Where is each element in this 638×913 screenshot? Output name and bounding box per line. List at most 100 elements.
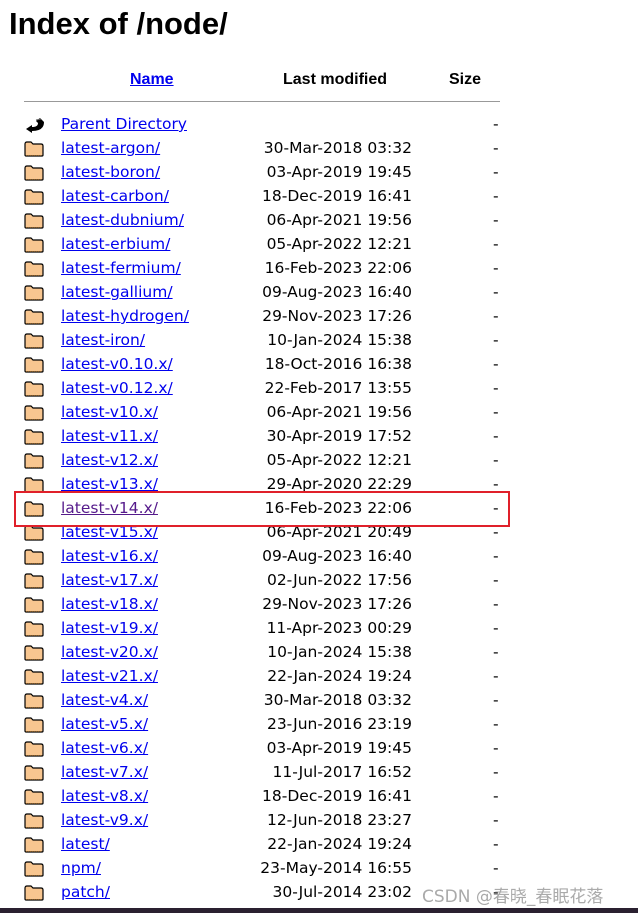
- folder-icon: [24, 885, 44, 901]
- size: -: [493, 667, 499, 685]
- table-row: latest-v18.x/ 29-Nov-2023 17:26 -: [0, 593, 520, 617]
- folder-icon: [24, 621, 44, 637]
- table-row: latest/ 22-Jan-2024 19:24 -: [0, 833, 520, 857]
- table-row: latest-v8.x/ 18-Dec-2019 16:41 -: [0, 785, 520, 809]
- last-modified: 11-Jul-2017 16:52: [272, 763, 412, 781]
- folder-icon: [24, 549, 44, 565]
- table-row: Parent Directory -: [0, 113, 520, 137]
- size: -: [493, 451, 499, 469]
- entry-link[interactable]: npm/: [61, 859, 101, 877]
- size: -: [493, 763, 499, 781]
- table-row: latest-carbon/ 18-Dec-2019 16:41 -: [0, 185, 520, 209]
- entry-link[interactable]: latest-hydrogen/: [61, 307, 189, 325]
- folder-icon: [24, 597, 44, 613]
- last-modified: 22-Feb-2017 13:55: [264, 379, 412, 397]
- entry-link[interactable]: latest-v5.x/: [61, 715, 148, 733]
- folder-icon: [24, 213, 44, 229]
- table-row: latest-v17.x/ 02-Jun-2022 17:56 -: [0, 569, 520, 593]
- folder-icon: [24, 429, 44, 445]
- last-modified-column-header: Last modified: [283, 71, 388, 88]
- entry-link[interactable]: latest-v18.x/: [61, 595, 158, 613]
- entry-link[interactable]: latest-v16.x/: [61, 547, 158, 565]
- size: -: [493, 283, 499, 301]
- size: -: [493, 403, 499, 421]
- folder-icon: [24, 165, 44, 181]
- table-row: npm/ 23-May-2014 16:55 -: [0, 857, 520, 881]
- last-modified: 03-Apr-2019 19:45: [266, 739, 412, 757]
- back-icon: [24, 117, 44, 133]
- table-row: latest-v4.x/ 30-Mar-2018 03:32 -: [0, 689, 520, 713]
- last-modified: 03-Apr-2019 19:45: [266, 163, 412, 181]
- folder-icon: [24, 765, 44, 781]
- entry-link[interactable]: latest-v12.x/: [61, 451, 158, 469]
- size: -: [493, 787, 499, 805]
- table-row: latest-gallium/ 09-Aug-2023 16:40 -: [0, 281, 520, 305]
- entry-link[interactable]: Parent Directory: [61, 115, 187, 133]
- last-modified: 05-Apr-2022 12:21: [266, 451, 412, 469]
- table-row: latest-v20.x/ 10-Jan-2024 15:38 -: [0, 641, 520, 665]
- table-row: latest-v0.12.x/ 22-Feb-2017 13:55 -: [0, 377, 520, 401]
- entry-link[interactable]: latest-v8.x/: [61, 787, 148, 805]
- last-modified: 16-Feb-2023 22:06: [264, 259, 412, 277]
- size: -: [493, 595, 499, 613]
- name-column-header[interactable]: Name: [130, 71, 174, 89]
- entry-link[interactable]: patch/: [61, 883, 110, 901]
- entry-link[interactable]: latest-v19.x/: [61, 619, 158, 637]
- last-modified: 30-Mar-2018 03:32: [263, 139, 412, 157]
- folder-icon: [24, 453, 44, 469]
- last-modified: 22-Jan-2024 19:24: [267, 835, 412, 853]
- last-modified: 09-Aug-2023 16:40: [262, 547, 412, 565]
- table-row: latest-v0.10.x/ 18-Oct-2016 16:38 -: [0, 353, 520, 377]
- entry-link[interactable]: latest-v4.x/: [61, 691, 148, 709]
- table-row: latest-v10.x/ 06-Apr-2021 19:56 -: [0, 401, 520, 425]
- table-row: latest-v5.x/ 23-Jun-2016 23:19 -: [0, 713, 520, 737]
- last-modified: 29-Nov-2023 17:26: [262, 595, 412, 613]
- last-modified: 10-Jan-2024 15:38: [267, 643, 412, 661]
- entry-link[interactable]: latest-carbon/: [61, 187, 169, 205]
- entry-link[interactable]: latest-gallium/: [61, 283, 173, 301]
- entry-link[interactable]: latest-argon/: [61, 139, 160, 157]
- folder-icon: [24, 573, 44, 589]
- size: -: [493, 547, 499, 565]
- entry-link[interactable]: latest-v6.x/: [61, 739, 148, 757]
- folder-icon: [24, 669, 44, 685]
- table-row: latest-v7.x/ 11-Jul-2017 16:52 -: [0, 761, 520, 785]
- folder-icon: [24, 861, 44, 877]
- folder-icon: [24, 789, 44, 805]
- size: -: [493, 139, 499, 157]
- entry-link[interactable]: latest-v7.x/: [61, 763, 148, 781]
- size: -: [493, 211, 499, 229]
- entry-link[interactable]: latest-v0.10.x/: [61, 355, 173, 373]
- entry-link[interactable]: latest-v10.x/: [61, 403, 158, 421]
- size: -: [493, 163, 499, 181]
- table-row: latest-fermium/ 16-Feb-2023 22:06 -: [0, 257, 520, 281]
- entry-link[interactable]: latest-boron/: [61, 163, 160, 181]
- sort-by-name-link[interactable]: Name: [130, 71, 174, 88]
- entry-link[interactable]: latest-erbium/: [61, 235, 170, 253]
- entry-link[interactable]: latest-v21.x/: [61, 667, 158, 685]
- entry-link[interactable]: latest-v20.x/: [61, 643, 158, 661]
- size: -: [493, 643, 499, 661]
- entry-link[interactable]: latest-v11.x/: [61, 427, 158, 445]
- entry-link[interactable]: latest-iron/: [61, 331, 145, 349]
- folder-icon: [24, 285, 44, 301]
- last-modified: 10-Jan-2024 15:38: [267, 331, 412, 349]
- last-modified: 12-Jun-2018 23:27: [266, 811, 412, 829]
- size: -: [493, 691, 499, 709]
- entry-link[interactable]: latest-v0.12.x/: [61, 379, 173, 397]
- size: -: [493, 259, 499, 277]
- entry-link[interactable]: latest-v9.x/: [61, 811, 148, 829]
- last-modified: 18-Dec-2019 16:41: [262, 787, 412, 805]
- entry-link[interactable]: latest/: [61, 835, 110, 853]
- entry-link[interactable]: latest-v17.x/: [61, 571, 158, 589]
- folder-icon: [24, 405, 44, 421]
- table-row: latest-dubnium/ 06-Apr-2021 19:56 -: [0, 209, 520, 233]
- table-row: latest-v16.x/ 09-Aug-2023 16:40 -: [0, 545, 520, 569]
- folder-icon: [24, 141, 44, 157]
- last-modified: 11-Apr-2023 00:29: [266, 619, 412, 637]
- last-modified: 30-Mar-2018 03:32: [263, 691, 412, 709]
- table-row: latest-v6.x/ 03-Apr-2019 19:45 -: [0, 737, 520, 761]
- entry-link[interactable]: latest-dubnium/: [61, 211, 184, 229]
- last-modified: 30-Apr-2019 17:52: [266, 427, 412, 445]
- entry-link[interactable]: latest-fermium/: [61, 259, 181, 277]
